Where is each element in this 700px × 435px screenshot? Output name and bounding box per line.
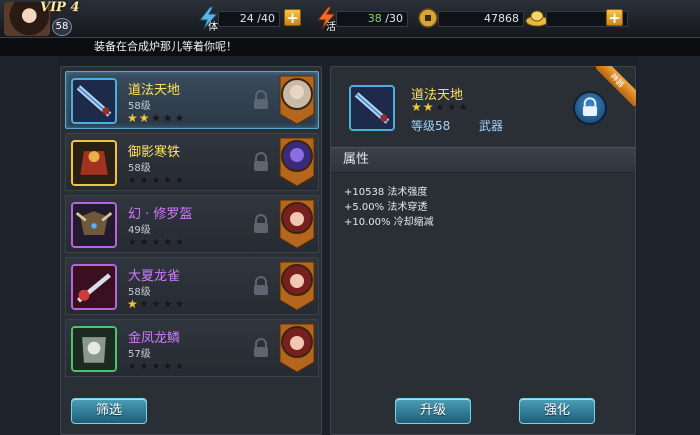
item-level: 58级 [128, 163, 151, 174]
item-level: 57级 [128, 349, 151, 360]
list-item[interactable]: 大夏龙雀 58级 ★★★★★ [65, 257, 319, 315]
attributes-header: 属性 [331, 147, 635, 173]
stamina-value: 24 /40 [218, 11, 280, 27]
helmet-icon [71, 202, 117, 248]
item-level: 58级 [128, 101, 151, 112]
equipment-detail-panel: 神器 道法天地 ★★★★★ 等级58 武器 属性 +10538 法术强度 +5.… [330, 66, 636, 435]
star-rating: ★★★★★ [127, 111, 186, 125]
chest-armor-icon [71, 326, 117, 372]
top-bar: VIP 4 58 体 24 /40 + 活 38 /30 47868 14 + [0, 0, 700, 38]
coin-resource: 47868 [416, 6, 524, 30]
lock-icon[interactable] [252, 90, 270, 110]
lock-icon[interactable] [252, 214, 270, 234]
star-rating: ★★★★★ [127, 173, 186, 187]
add-ingot-button[interactable]: + [606, 9, 623, 26]
vitality-current: 38 [367, 12, 382, 25]
detail-item-type: 武器 [479, 119, 504, 133]
stamina-icon-label: 体 [208, 22, 218, 33]
notice-ticker: 装备在合成炉那儿等着你呢！ [0, 38, 700, 56]
detail-star-rating: ★★★★★ [411, 100, 470, 114]
filter-button[interactable]: 筛选 [71, 398, 147, 424]
attribute-line: +10.00% 冷却缩减 [344, 217, 434, 228]
lock-icon[interactable] [252, 338, 270, 358]
left-margin [0, 56, 58, 435]
lock-toggle-button[interactable] [573, 91, 607, 125]
item-name: 御影寒铁 [128, 145, 181, 160]
armor-icon [71, 140, 117, 186]
vip-label: VIP 4 [40, 0, 80, 15]
add-stamina-button[interactable]: + [284, 9, 301, 26]
enhance-button[interactable]: 强化 [519, 398, 595, 424]
coin-value: 47868 [438, 11, 524, 27]
hero-portrait-icon [279, 137, 315, 187]
hero-portrait-icon [279, 75, 315, 125]
sword-icon [349, 85, 395, 131]
sword-icon [71, 78, 117, 124]
vitality-icon-label: 活 [326, 22, 336, 33]
star-rating: ★★★★★ [127, 297, 186, 311]
item-name: 金凤龙鳞 [128, 331, 181, 346]
list-item[interactable]: 金凤龙鳞 57级 ★★★★★ [65, 319, 319, 377]
vitality-resource: 活 38 /30 [314, 6, 414, 33]
player-avatar-area[interactable]: VIP 4 58 [0, 0, 80, 38]
list-item[interactable]: 幻 · 修罗盔 49级 ★★★★★ [65, 195, 319, 253]
attribute-line: +5.00% 法术穿透 [344, 202, 428, 213]
list-item[interactable]: 道法天地 58级 ★★★★★ [65, 71, 319, 129]
item-name: 大夏龙雀 [128, 269, 181, 284]
star-rating: ★★★★★ [127, 235, 186, 249]
ingot-resource: 14 + [524, 6, 628, 30]
blade-icon [71, 264, 117, 310]
item-name: 道法天地 [128, 83, 181, 98]
lock-icon [582, 97, 598, 116]
item-level: 58级 [128, 287, 151, 298]
upgrade-button[interactable]: 升级 [395, 398, 471, 424]
hero-portrait-icon [279, 199, 315, 249]
detail-item-level: 等级58 [411, 119, 451, 133]
lock-icon[interactable] [252, 276, 270, 296]
right-margin [638, 56, 700, 435]
player-level: 58 [52, 18, 72, 36]
list-item[interactable]: 御影寒铁 58级 ★★★★★ [65, 133, 319, 191]
attribute-line: +10538 法术强度 [344, 187, 428, 198]
equipment-list-panel: 道法天地 58级 ★★★★★ 御影寒铁 58级 ★★★★★ 幻 · 修罗盔 49… [60, 66, 322, 435]
hero-portrait-icon [279, 261, 315, 311]
item-name: 幻 · 修罗盔 [128, 207, 193, 222]
vitality-max: /30 [381, 12, 403, 25]
item-level: 49级 [128, 225, 151, 236]
star-rating: ★★★★★ [127, 359, 186, 373]
vitality-value: 38 /30 [336, 11, 408, 27]
hero-portrait-icon [279, 323, 315, 373]
stamina-resource: 体 24 /40 + [196, 6, 306, 33]
lock-icon[interactable] [252, 152, 270, 172]
